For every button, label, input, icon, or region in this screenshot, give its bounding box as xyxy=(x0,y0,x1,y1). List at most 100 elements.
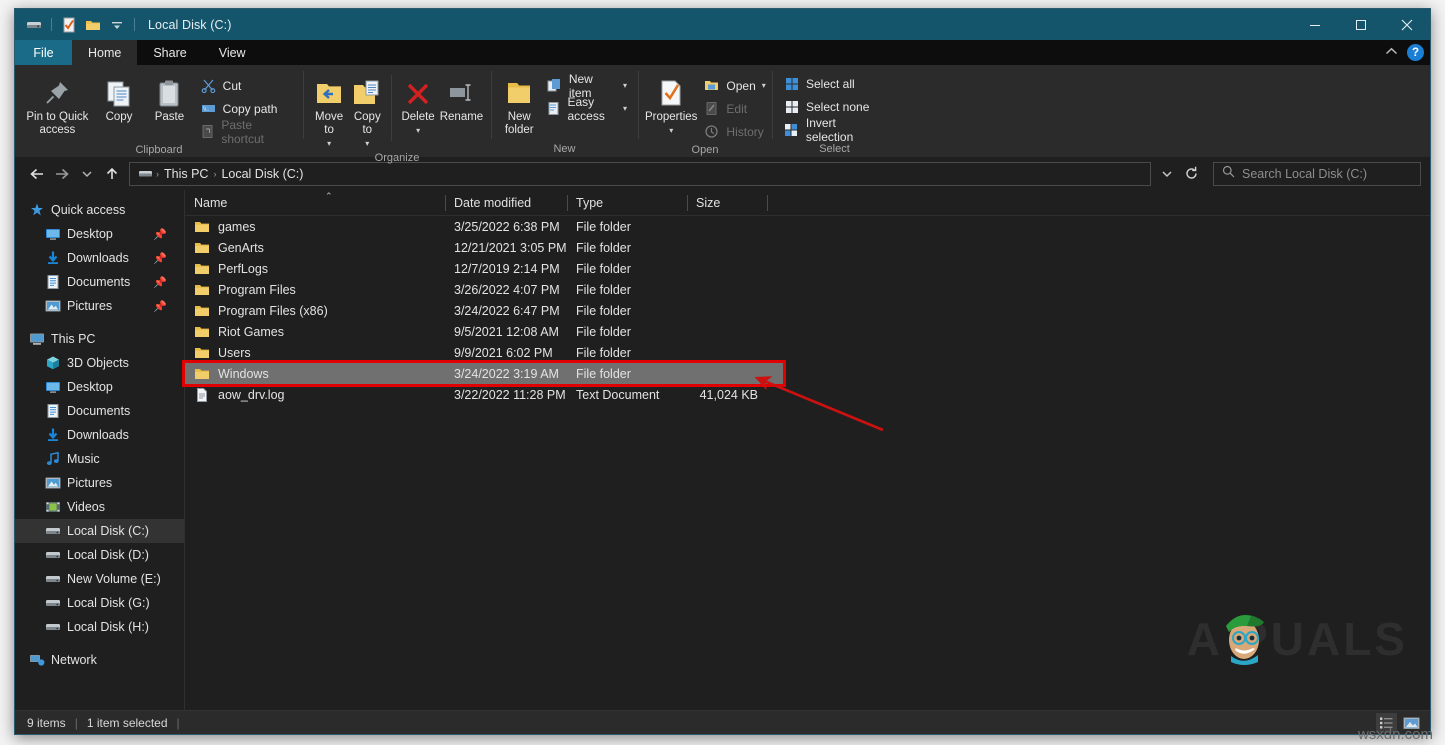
file-name-cell[interactable]: PerfLogs xyxy=(185,261,445,277)
properties-caret-icon[interactable]: ▾ xyxy=(669,124,673,137)
sidebar-item-music[interactable]: Music xyxy=(15,447,185,471)
copy-path-button[interactable]: \\.. Copy path xyxy=(196,98,296,119)
paste-shortcut-button[interactable]: Paste shortcut xyxy=(196,121,296,142)
pin-icon[interactable]: 📌 xyxy=(153,252,167,265)
maximize-button[interactable] xyxy=(1338,9,1384,40)
tab-home[interactable]: Home xyxy=(72,40,137,65)
new-item-button[interactable]: New item ▾ xyxy=(542,75,631,96)
easy-access-caret-icon[interactable]: ▾ xyxy=(623,104,627,113)
delete-caret-icon[interactable]: ▾ xyxy=(416,124,420,137)
sidebar-item-pictures[interactable]: Pictures xyxy=(15,471,185,495)
sidebar-item-videos[interactable]: Videos xyxy=(15,495,185,519)
navigation-pane[interactable]: Quick accessDesktop📌Downloads📌Documents📌… xyxy=(15,190,185,710)
sidebar-item-desktop[interactable]: Desktop📌 xyxy=(15,222,185,246)
drive-icon[interactable] xyxy=(23,14,45,36)
sidebar-item-network[interactable]: Network xyxy=(15,648,185,672)
open-caret-icon[interactable]: ▾ xyxy=(762,81,766,90)
sidebar-item-downloads[interactable]: Downloads📌 xyxy=(15,246,185,270)
file-name-cell[interactable]: Windows xyxy=(185,366,445,382)
sidebar-item-documents[interactable]: Documents xyxy=(15,399,185,423)
table-row[interactable]: Riot Games9/5/2021 12:08 AMFile folder xyxy=(185,321,783,342)
easy-access-button[interactable]: Easy access ▾ xyxy=(542,98,631,119)
file-name-cell[interactable]: Program Files xyxy=(185,282,445,298)
table-row[interactable]: GenArts12/21/2021 3:05 PMFile folder xyxy=(185,237,783,258)
tab-share[interactable]: Share xyxy=(137,40,202,65)
sidebar-item-this-pc[interactable]: This PC xyxy=(15,327,185,351)
copy-button[interactable]: Copy xyxy=(95,71,143,124)
previous-locations-dropdown-icon[interactable] xyxy=(1154,161,1179,186)
move-to-button[interactable]: Move to ▾ xyxy=(310,71,348,150)
select-none-button[interactable]: Select none xyxy=(779,96,890,117)
file-name-cell[interactable]: Riot Games xyxy=(185,324,445,340)
cut-button[interactable]: Cut xyxy=(196,75,296,96)
move-to-caret-icon[interactable]: ▾ xyxy=(327,137,331,150)
new-item-caret-icon[interactable]: ▾ xyxy=(623,81,627,90)
sidebar-item-local-disk-g[interactable]: Local Disk (G:) xyxy=(15,591,185,615)
star-icon xyxy=(29,202,51,218)
sidebar-item-local-disk-c[interactable]: Local Disk (C:) xyxy=(15,519,185,543)
column-header-name[interactable]: Name⌃ xyxy=(185,190,445,216)
sidebar-item-local-disk-d[interactable]: Local Disk (D:) xyxy=(15,543,185,567)
rename-button[interactable]: Rename xyxy=(439,71,484,124)
refresh-icon[interactable] xyxy=(1179,161,1204,186)
back-button[interactable] xyxy=(24,161,49,186)
edit-button[interactable]: Edit xyxy=(699,98,769,119)
sidebar-item-desktop[interactable]: Desktop xyxy=(15,375,185,399)
sidebar-item-downloads[interactable]: Downloads xyxy=(15,423,185,447)
search-box[interactable]: Search Local Disk (C:) xyxy=(1213,162,1421,186)
forward-button[interactable] xyxy=(49,161,74,186)
copy-to-button[interactable]: Copy to ▾ xyxy=(348,71,386,150)
paste-button[interactable]: Paste xyxy=(145,71,193,124)
sidebar-item-pictures[interactable]: Pictures📌 xyxy=(15,294,185,318)
file-rows[interactable]: games3/25/2022 6:38 PMFile folderGenArts… xyxy=(185,216,1430,710)
copy-to-caret-icon[interactable]: ▾ xyxy=(365,137,369,150)
column-header-type[interactable]: Type xyxy=(567,190,687,216)
date-modified-cell: 3/22/2022 11:28 PM xyxy=(445,388,567,402)
column-header-size[interactable]: Size xyxy=(687,190,767,216)
customize-qat-icon[interactable] xyxy=(106,14,128,36)
collapse-ribbon-icon[interactable] xyxy=(1385,47,1398,59)
open-button[interactable]: Open ▾ xyxy=(699,75,769,96)
table-row[interactable]: Users9/9/2021 6:02 PMFile folder xyxy=(185,342,783,363)
minimize-button[interactable] xyxy=(1292,9,1338,40)
pin-icon[interactable]: 📌 xyxy=(153,276,167,289)
tab-file[interactable]: File xyxy=(15,40,72,65)
sidebar-item-new-volume-e[interactable]: New Volume (E:) xyxy=(15,567,185,591)
table-row[interactable]: Program Files (x86)3/24/2022 6:47 PMFile… xyxy=(185,300,783,321)
properties-button[interactable]: Properties ▾ xyxy=(645,71,697,137)
breadcrumb-bar[interactable]: › This PC › Local Disk (C:) xyxy=(129,162,1151,186)
delete-button[interactable]: Delete ▾ xyxy=(397,71,439,137)
file-name-cell[interactable]: Program Files (x86) xyxy=(185,303,445,319)
invert-selection-button[interactable]: Invert selection xyxy=(779,119,890,140)
breadcrumb-local-disk-c[interactable]: Local Disk (C:) xyxy=(216,167,308,181)
search-input[interactable]: Search Local Disk (C:) xyxy=(1242,167,1367,181)
file-name-cell[interactable]: Users xyxy=(185,345,445,361)
recent-locations-button[interactable] xyxy=(74,161,99,186)
tab-view[interactable]: View xyxy=(203,40,262,65)
file-name-cell[interactable]: games xyxy=(185,219,445,235)
breadcrumb-this-pc[interactable]: This PC xyxy=(159,167,213,181)
properties-icon[interactable] xyxy=(58,14,80,36)
file-name-cell[interactable]: aow_drv.log xyxy=(185,387,445,403)
table-row[interactable]: games3/25/2022 6:38 PMFile folder xyxy=(185,216,783,237)
sidebar-item-3d-objects[interactable]: 3D Objects xyxy=(15,351,185,375)
pin-icon[interactable]: 📌 xyxy=(153,228,167,241)
column-header-date-modified[interactable]: Date modified xyxy=(445,190,567,216)
up-button[interactable] xyxy=(99,161,124,186)
new-folder-button[interactable]: New folder xyxy=(498,71,540,137)
sidebar-item-documents[interactable]: Documents📌 xyxy=(15,270,185,294)
sidebar-item-quick-access[interactable]: Quick access xyxy=(15,198,185,222)
new-folder-icon[interactable] xyxy=(82,14,104,36)
pin-to-quick-access-button[interactable]: Pin to Quick access xyxy=(22,71,93,137)
close-button[interactable] xyxy=(1384,9,1430,40)
history-button[interactable]: History xyxy=(699,121,769,142)
sidebar-item-local-disk-h[interactable]: Local Disk (H:) xyxy=(15,615,185,639)
pin-icon[interactable]: 📌 xyxy=(153,300,167,313)
table-row[interactable]: PerfLogs12/7/2019 2:14 PMFile folder xyxy=(185,258,783,279)
select-all-button[interactable]: Select all xyxy=(779,73,890,94)
table-row[interactable]: aow_drv.log3/22/2022 11:28 PMText Docume… xyxy=(185,384,783,405)
help-icon[interactable]: ? xyxy=(1407,44,1424,61)
table-row[interactable]: Program Files3/26/2022 4:07 PMFile folde… xyxy=(185,279,783,300)
table-row[interactable]: Windows3/24/2022 3:19 AMFile folder xyxy=(185,363,783,384)
file-name-cell[interactable]: GenArts xyxy=(185,240,445,256)
